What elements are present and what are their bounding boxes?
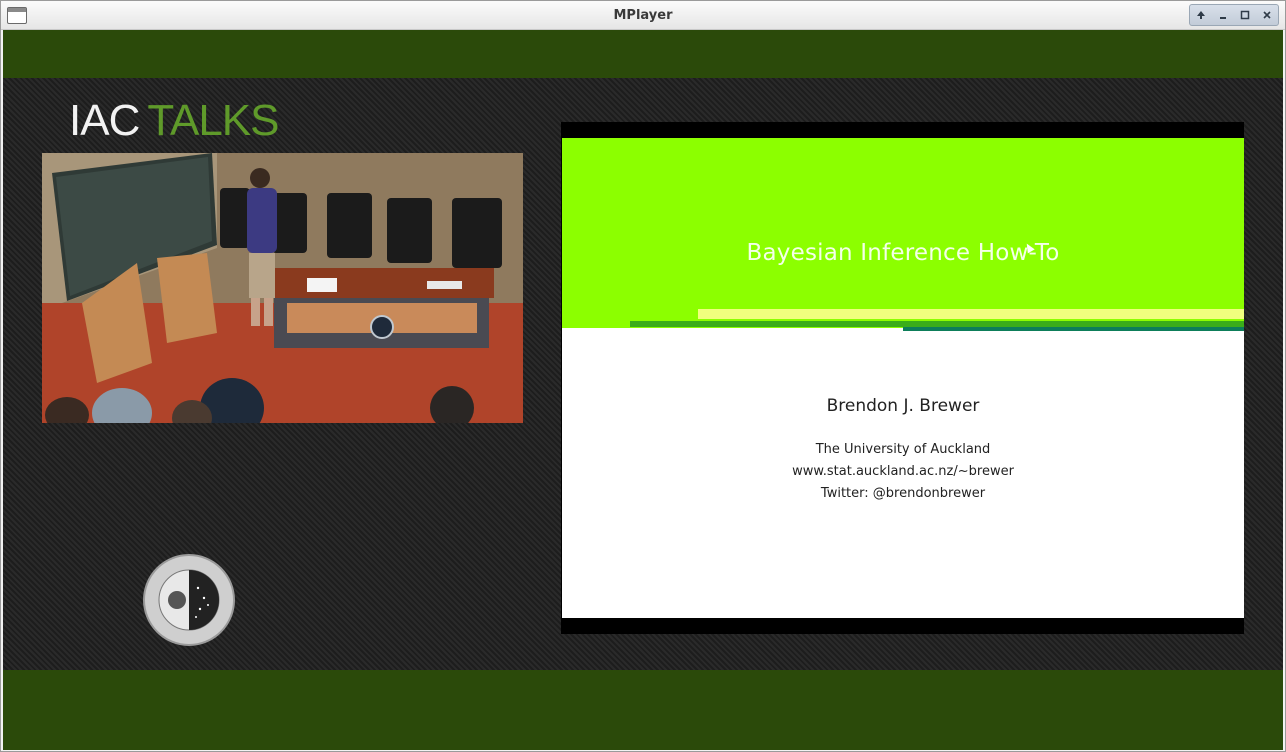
speaker-video [42, 153, 523, 423]
window-title: MPlayer [613, 8, 673, 23]
slide-twitter: Twitter: @brendonbrewer [820, 486, 986, 501]
slide-website: www.stat.auckland.ac.nz/~brewer [792, 464, 1014, 479]
logo-text-iac: IAC [69, 96, 140, 145]
iac-seal-logo [142, 553, 236, 647]
up-arrow-icon[interactable] [1192, 7, 1210, 23]
close-icon[interactable] [1258, 7, 1276, 23]
slide-affiliation: The University of Auckland [815, 442, 991, 457]
slide-title: Bayesian Inference How-To [746, 240, 1060, 266]
slide-author: Brendon J. Brewer [826, 396, 980, 416]
slide-frame: Bayesian Inference How-To Brendon J. Bre… [561, 122, 1244, 634]
slide-header-band [562, 138, 1244, 328]
slide-accent-bar-yellow [698, 309, 1244, 319]
window-controls [1189, 4, 1279, 26]
presentation-slide: Bayesian Inference How-To Brendon J. Bre… [562, 138, 1244, 618]
slide-accent-bar-teal [903, 327, 1244, 331]
maximize-icon[interactable] [1236, 7, 1254, 23]
logo-text-talks: TALKS [147, 96, 279, 145]
iac-talks-logo: IAC TALKS [69, 96, 279, 146]
mplayer-window: MPlayer IAC TALKS Bayesian Inference How… [0, 0, 1286, 752]
video-area[interactable]: IAC TALKS Bayesian Inference How-To Bren… [3, 30, 1283, 750]
minimize-icon[interactable] [1214, 7, 1232, 23]
title-bar[interactable]: MPlayer [1, 1, 1285, 30]
